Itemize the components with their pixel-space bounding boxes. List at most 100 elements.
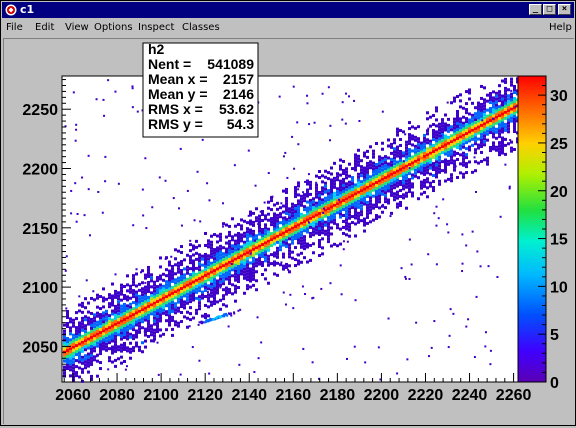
heatmap-cell	[123, 318, 126, 322]
heatmap-cell	[162, 311, 165, 315]
canvas-area[interactable]: 2060 2080 2100 2120 2140 2160 2180 2200 2220 2240…	[3, 38, 574, 424]
heatmap-cell	[123, 327, 126, 331]
heatmap-cell	[444, 140, 447, 144]
heatmap-cell	[66, 336, 69, 340]
heatmap-cell	[168, 323, 171, 327]
heatmap-cell	[189, 261, 192, 265]
heatmap-cell	[330, 199, 333, 203]
title-bar[interactable]: c1 _ □ ×	[2, 2, 574, 18]
heatmap-cell	[501, 100, 504, 104]
heatmap-cell	[78, 351, 81, 355]
heatmap-cell	[153, 292, 156, 296]
heatmap-cell	[330, 196, 333, 200]
heatmap-cell	[168, 290, 171, 294]
heatmap-cell	[313, 121, 316, 124]
heatmap-cell	[441, 145, 444, 149]
heatmap-cell	[300, 242, 303, 246]
menu-options[interactable]: Options	[94, 22, 133, 33]
heatmap-cell	[435, 142, 438, 146]
heatmap-cell	[126, 319, 129, 323]
heatmap-cell	[342, 240, 345, 243]
heatmap-cell	[345, 206, 348, 210]
close-button[interactable]: ×	[558, 4, 571, 15]
heatmap-cell	[168, 305, 171, 309]
menu-view[interactable]: View	[65, 22, 89, 33]
heatmap-cell	[363, 151, 366, 155]
menu-classes[interactable]: Classes	[182, 22, 220, 33]
heatmap-cell	[280, 261, 283, 264]
heatmap-cell	[174, 323, 177, 327]
heatmap-cell	[381, 156, 384, 160]
heatmap-cell	[406, 358, 409, 361]
heatmap-cell	[489, 110, 492, 114]
heatmap-cell	[263, 201, 266, 204]
menu-help[interactable]: Help	[549, 22, 572, 33]
heatmap-cell	[396, 175, 399, 179]
heatmap-cell	[124, 368, 127, 371]
heatmap-cell	[357, 163, 360, 167]
heatmap-cell	[387, 189, 390, 193]
heatmap-cell	[345, 233, 348, 237]
heatmap-cell	[63, 341, 66, 345]
heatmap-cell	[147, 286, 150, 290]
menu-file[interactable]: File	[6, 22, 23, 33]
heatmap-cell	[465, 165, 468, 169]
heatmap-cell	[75, 335, 78, 339]
heatmap-cell	[477, 128, 480, 132]
heatmap-cell	[273, 263, 276, 267]
heatmap-cell	[216, 240, 219, 244]
heatmap-cell	[177, 285, 180, 289]
histogram-canvas[interactable]: 2060 2080 2100 2120 2140 2160 2180 2200 2220 2240…	[4, 39, 574, 424]
heatmap-cell	[186, 265, 189, 269]
heatmap-cell	[228, 230, 231, 234]
heatmap-cell	[501, 145, 504, 149]
heatmap-cell	[433, 320, 436, 323]
heatmap-cell	[105, 348, 108, 352]
stats-box[interactable]: h2 Nent = 541089Mean x = 2157Mean y = 21…	[142, 41, 259, 138]
heatmap-cell	[69, 362, 72, 366]
heatmap-cell	[498, 111, 501, 115]
heatmap-cell	[480, 138, 483, 142]
heatmap-cell	[189, 288, 192, 292]
maximize-button[interactable]: □	[543, 4, 556, 15]
heatmap-cell	[372, 149, 375, 153]
heatmap-cell	[156, 291, 159, 295]
heatmap-cell	[225, 265, 228, 269]
heatmap-cell	[468, 124, 471, 128]
heatmap-cell	[153, 310, 156, 314]
heatmap-cell	[402, 160, 405, 163]
heatmap-cell	[468, 112, 471, 116]
heatmap-cell	[138, 306, 141, 310]
heatmap-cell	[402, 184, 405, 188]
heatmap-cell	[357, 148, 360, 152]
heatmap-cell	[210, 270, 213, 274]
heatmap-cell	[384, 155, 387, 159]
heatmap-cell	[427, 355, 430, 358]
heatmap-cell	[135, 344, 138, 348]
heatmap-cell	[231, 250, 234, 254]
heatmap-cell	[408, 154, 411, 158]
heatmap-cell	[402, 193, 405, 197]
heatmap-cell	[342, 248, 345, 251]
menu-inspect[interactable]: Inspect	[138, 22, 174, 33]
heatmap-cell	[93, 331, 96, 335]
root-window: c1 _ □ × File Edit View Options Inspect …	[0, 0, 576, 426]
heatmap-cell	[282, 267, 285, 271]
heatmap-cell	[255, 270, 258, 274]
heatmap-cell	[96, 323, 99, 327]
heatmap-cell	[129, 323, 132, 327]
heatmap-cell	[222, 273, 225, 277]
heatmap-cell	[126, 310, 129, 314]
minimize-button[interactable]: _	[529, 4, 542, 15]
heatmap-cell	[141, 341, 144, 345]
heatmap-cell	[465, 147, 468, 151]
color-palette[interactable]	[517, 75, 547, 383]
heatmap-cell	[177, 309, 180, 313]
menu-edit[interactable]: Edit	[35, 22, 54, 33]
heatmap-cell	[111, 348, 114, 352]
heatmap-cell	[171, 309, 174, 313]
heatmap-cell	[282, 225, 285, 229]
heatmap-cell	[420, 171, 423, 175]
heatmap-cell	[123, 303, 126, 307]
heatmap-cell	[111, 318, 114, 322]
